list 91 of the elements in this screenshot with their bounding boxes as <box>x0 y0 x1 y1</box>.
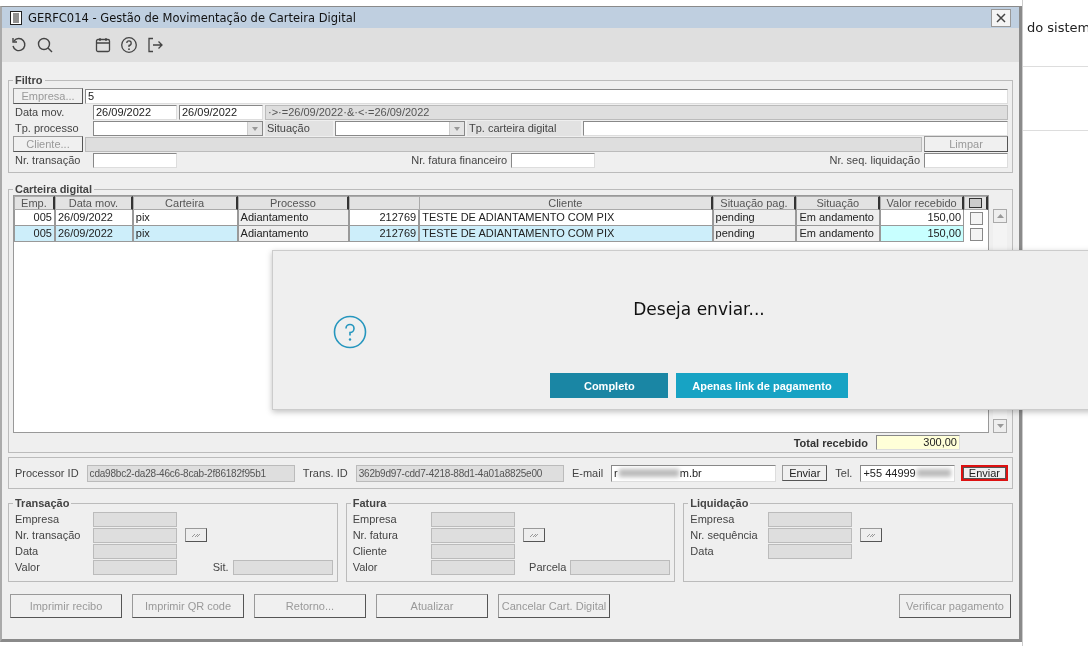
search-icon[interactable] <box>36 36 54 54</box>
send-phone-button[interactable]: Enviar <box>960 465 1008 481</box>
total-label: Total recebido <box>793 436 868 449</box>
group-title: Fatura <box>351 497 388 509</box>
field-label: Empresa <box>14 513 61 525</box>
field-label: Tp. processo <box>14 122 80 134</box>
field-label: Nr. fatura <box>351 529 399 541</box>
table-cell: Adiantamento <box>237 226 350 242</box>
field-label: Data <box>14 545 40 557</box>
select-all-button[interactable] <box>969 198 982 208</box>
field-label: Situação <box>265 120 333 136</box>
dialog-button[interactable]: Completo <box>550 373 669 398</box>
field-label: E-mail <box>570 467 605 479</box>
lookup-button[interactable] <box>185 528 207 542</box>
scroll-up-icon[interactable] <box>996 214 1004 218</box>
field-label: Nr. transação <box>14 529 82 541</box>
field-label: Nr. sequência <box>689 529 759 541</box>
phone-field[interactable]: +55 44999 <box>860 464 955 482</box>
table-cell: 005 <box>14 210 55 226</box>
question-icon <box>333 315 367 349</box>
close-button[interactable] <box>991 8 1011 27</box>
date-field[interactable]: 26/09/2022 <box>179 104 263 120</box>
table-cell: pending <box>712 226 797 242</box>
field-label: Processor ID <box>14 467 80 479</box>
settlement-field[interactable] <box>924 152 1008 168</box>
process-dropdown[interactable] <box>93 120 263 136</box>
processor-id-field: cda98bc2-da28-46c6-8cab-2f86182f95b1 <box>86 464 295 482</box>
table-cell: 150,00 <box>880 226 965 242</box>
hatch-icon <box>191 532 201 538</box>
field-label: Valor <box>351 561 379 573</box>
field-label: Empresa <box>689 513 736 525</box>
row-checkbox[interactable] <box>969 227 983 241</box>
scroll-down-icon[interactable] <box>996 424 1004 428</box>
field-label: Trans. ID <box>301 467 349 479</box>
table-cell: 26/09/2022 <box>54 226 133 242</box>
field-label: Empresa <box>351 513 398 525</box>
help-icon[interactable] <box>120 36 138 54</box>
close-icon[interactable] <box>996 12 1006 23</box>
group-title: Transação <box>14 497 71 509</box>
table-cell: Adiantamento <box>237 210 350 226</box>
document-icon <box>10 10 22 25</box>
field-label: Nr. transação <box>14 154 82 166</box>
hatch-icon <box>866 532 877 538</box>
wallet-type-field[interactable] <box>583 120 1008 136</box>
refresh-icon[interactable] <box>10 36 28 54</box>
table-cell: Em andamento <box>796 210 881 226</box>
field-label: Valor <box>14 561 41 573</box>
field-label: Nr. fatura financeiro <box>410 154 509 166</box>
calendar-icon[interactable] <box>94 36 112 54</box>
column-header[interactable] <box>349 196 420 210</box>
expression-field: ·>·=26/09/2022·&·<·=26/09/2022 <box>265 104 1008 120</box>
group-title: Carteira digital <box>14 183 94 195</box>
field-label: Tp. carteira digital <box>467 120 581 136</box>
lookup-button[interactable] <box>860 528 883 542</box>
table-cell: TESTE DE ADIANTAMENTO COM PIX <box>419 210 713 226</box>
email-field[interactable]: r m.br <box>611 464 777 482</box>
field-label: Parcela <box>528 561 568 573</box>
lookup-button[interactable] <box>522 528 545 542</box>
group-title: Liquidação <box>689 497 750 509</box>
field-label: Sit. <box>211 561 230 573</box>
field-label: Data <box>689 545 715 557</box>
table-cell: pix <box>132 210 238 226</box>
field-label: Cliente <box>351 545 388 557</box>
hatch-icon <box>528 532 539 538</box>
table-row[interactable]: 005 26/09/2022 pix Adiantamento 212769 TESTE DE ADIANTAMENTO COM PIX pending Em andamento 150,00 <box>14 210 988 226</box>
table-cell: TESTE DE ADIANTAMENTO COM PIX <box>419 226 713 242</box>
total-field: 300,00 <box>876 435 960 450</box>
transaction-field[interactable] <box>93 152 177 168</box>
send-email-button[interactable]: Enviar <box>782 465 828 481</box>
field-label: Data mov. <box>14 106 66 118</box>
table-cell: 005 <box>14 226 55 242</box>
table-cell: 150,00 <box>880 210 965 226</box>
table-cell: pix <box>132 226 238 242</box>
empresa-field[interactable]: 5 <box>85 88 1008 104</box>
dialog-message: Deseja enviar... <box>633 299 765 319</box>
invoice-field[interactable] <box>511 152 596 168</box>
group-title: Filtro <box>14 74 44 86</box>
table-cell: 212769 <box>349 210 420 226</box>
exit-icon[interactable] <box>146 36 164 54</box>
table-cell: Em andamento <box>796 226 881 242</box>
trans-id-field: 362b9d97-cdd7-4218-88d1-4a01a8825e00 <box>355 464 564 482</box>
field-label: Tel. <box>834 467 854 479</box>
table-row[interactable]: 005 26/09/2022 pix Adiantamento 212769 TESTE DE ADIANTAMENTO COM PIX pending Em andamento 150,00 <box>14 226 988 242</box>
row-checkbox[interactable] <box>969 211 983 225</box>
window-title: GERFC014 - Gestão de Movimentação de Carteira Digital <box>28 10 356 25</box>
table-cell: pending <box>712 210 797 226</box>
table-cell: 26/09/2022 <box>54 210 133 226</box>
date-field[interactable]: 26/09/2022 <box>93 104 177 120</box>
field-label: Nr. seq. liquidação <box>828 154 921 166</box>
table-cell: 212769 <box>349 226 420 242</box>
status-dropdown[interactable] <box>335 120 465 136</box>
